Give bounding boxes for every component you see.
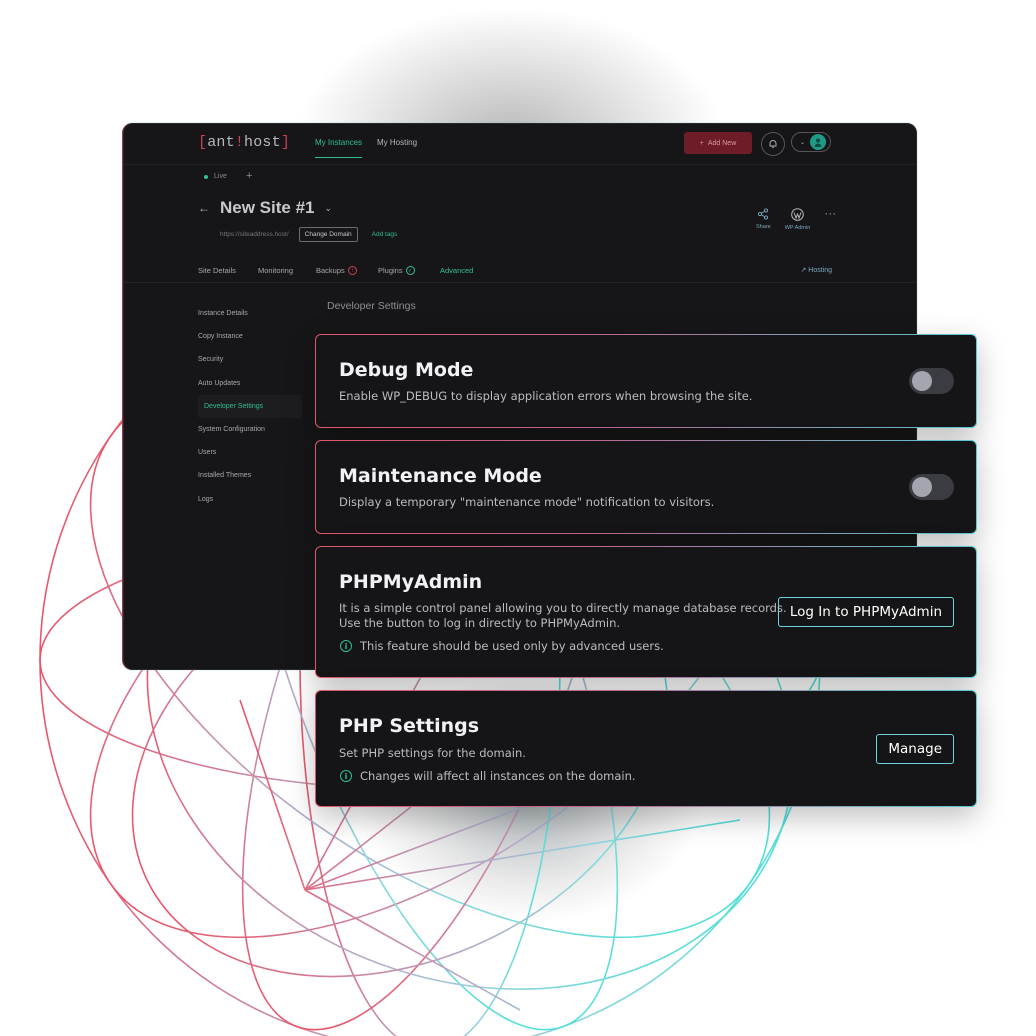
phpmyadmin-description-line2: Use the button to log in directly to PHP… — [339, 616, 621, 630]
status-indicator: Live — [204, 173, 227, 180]
info-icon: i — [340, 770, 352, 782]
add-environment-button[interactable]: + — [246, 170, 252, 182]
external-link-icon: ↗ — [800, 267, 807, 274]
sidebar-item-instance-details[interactable]: Instance Details — [198, 302, 302, 325]
php-settings-title: PHP Settings — [339, 715, 480, 737]
user-menu[interactable]: ⌄ — [791, 132, 831, 152]
wp-admin-button[interactable]: WP Admin — [785, 208, 810, 231]
wordpress-icon — [791, 208, 804, 221]
share-button[interactable]: Share — [756, 208, 771, 230]
check-badge-icon: ✓ — [405, 266, 415, 275]
bell-icon — [769, 140, 777, 148]
tab-backups[interactable]: Backups! — [316, 266, 357, 275]
debug-mode-title: Debug Mode — [339, 359, 474, 381]
change-domain-button[interactable]: Change Domain — [298, 227, 358, 242]
hosting-link[interactable]: ↗ Hosting — [800, 266, 832, 274]
section-heading: Developer Settings — [327, 300, 416, 312]
sidebar-item-copy-instance[interactable]: Copy Instance — [198, 325, 302, 348]
tab-site-details[interactable]: Site Details — [198, 266, 236, 275]
chevron-down-icon: ⌄ — [800, 139, 806, 146]
more-options-icon[interactable]: ··· — [824, 207, 836, 219]
nav-my-hosting[interactable]: My Hosting — [377, 138, 417, 147]
warning-badge-icon: ! — [347, 266, 357, 275]
chevron-down-icon[interactable]: ⌄ — [325, 203, 333, 214]
info-icon: i — [340, 640, 352, 652]
site-actions: Share WP Admin ··· — [756, 207, 836, 231]
tab-monitoring[interactable]: Monitoring — [258, 266, 293, 275]
avatar — [810, 134, 826, 150]
maintenance-mode-description: Display a temporary "maintenance mode" n… — [339, 495, 715, 509]
add-tags-link[interactable]: Add tags — [372, 231, 398, 238]
site-url-row: https://siteaddress.host/ Change Domain … — [220, 227, 397, 242]
php-settings-card: PHP Settings Set PHP settings for the do… — [315, 690, 977, 807]
advanced-sidebar: Instance Details Copy Instance Security … — [198, 302, 302, 511]
debug-mode-description: Enable WP_DEBUG to display application e… — [339, 389, 753, 403]
debug-mode-card: Debug Mode Enable WP_DEBUG to display ap… — [315, 334, 977, 428]
tab-plugins[interactable]: Plugins ✓ — [378, 266, 415, 275]
notifications-button[interactable] — [761, 132, 785, 156]
maintenance-mode-title: Maintenance Mode — [339, 465, 542, 487]
status-dot-icon — [204, 174, 208, 179]
sidebar-item-developer-settings[interactable]: Developer Settings — [198, 394, 302, 418]
sidebar-item-system-configuration[interactable]: System Configuration — [198, 418, 302, 441]
phpmyadmin-note: i This feature should be used only by ad… — [340, 639, 664, 653]
sidebar-item-security[interactable]: Security — [198, 348, 302, 371]
tab-advanced[interactable]: Advanced — [435, 266, 478, 283]
php-settings-note: i Changes will affect all instances on t… — [340, 769, 636, 783]
anthost-logo[interactable]: [ant!host] — [198, 134, 290, 151]
phpmyadmin-title: PHPMyAdmin — [339, 571, 483, 593]
site-url[interactable]: https://siteaddress.host/ — [220, 231, 289, 238]
sidebar-item-installed-themes[interactable]: Installed Themes — [198, 464, 302, 487]
toggle-knob — [912, 371, 932, 391]
divider — [124, 282, 916, 283]
page-title: New Site #1 — [220, 198, 315, 217]
phpmyadmin-card: PHPMyAdmin It is a simple control panel … — [315, 546, 977, 678]
sidebar-item-users[interactable]: Users — [198, 441, 302, 464]
add-new-button[interactable]: + Add New — [684, 132, 752, 154]
user-icon — [814, 138, 822, 147]
toggle-knob — [912, 477, 932, 497]
site-title-bar: ← New Site #1 ⌄ — [198, 198, 332, 218]
manage-php-settings-button[interactable]: Manage — [876, 734, 954, 764]
php-settings-description: Set PHP settings for the domain. — [339, 746, 526, 760]
maintenance-mode-toggle[interactable] — [909, 474, 954, 500]
plus-icon: + — [699, 139, 704, 147]
arrow-left-icon[interactable]: ← — [198, 201, 210, 215]
share-icon — [758, 208, 769, 220]
maintenance-mode-card: Maintenance Mode Display a temporary "ma… — [315, 440, 977, 534]
debug-mode-toggle[interactable] — [909, 368, 954, 394]
nav-my-instances[interactable]: My Instances — [315, 138, 363, 158]
sidebar-item-auto-updates[interactable]: Auto Updates — [198, 372, 302, 395]
login-phpmyadmin-button[interactable]: Log In to PHPMyAdmin — [777, 597, 954, 627]
sidebar-item-logs[interactable]: Logs — [198, 488, 302, 511]
top-navigation-bar: [ant!host] My Instances My Hosting + Add… — [124, 124, 916, 165]
phpmyadmin-description-line1: It is a simple control panel allowing yo… — [339, 601, 787, 615]
